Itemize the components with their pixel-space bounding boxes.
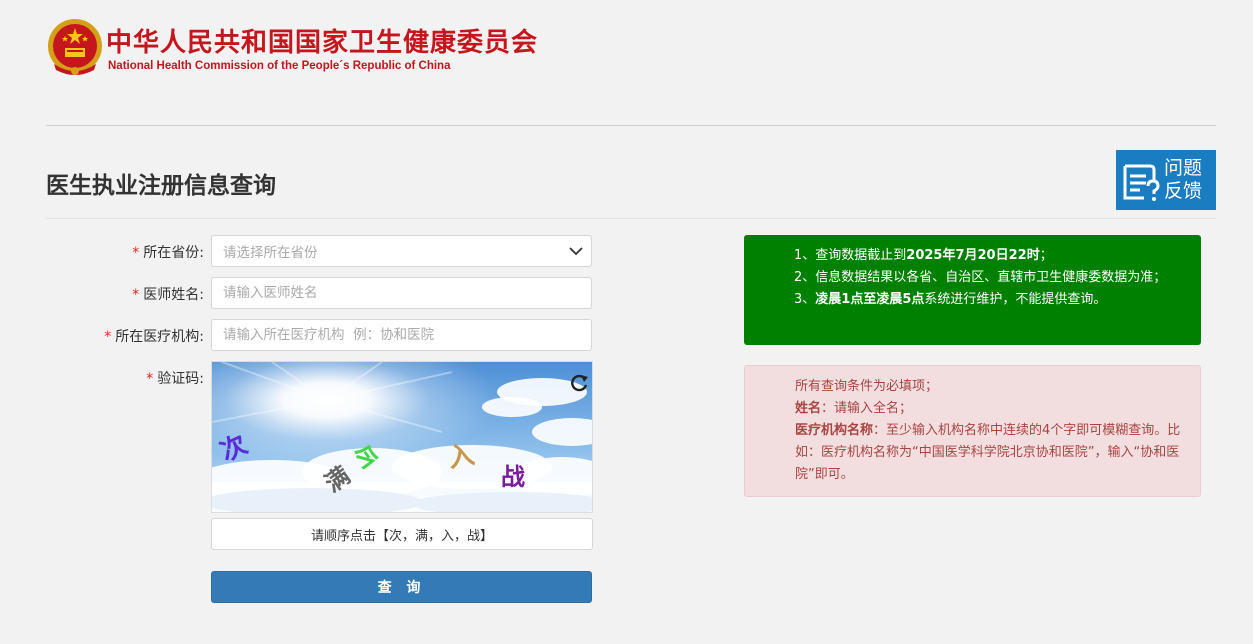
doctor-name-label: * 医师姓名: bbox=[132, 284, 204, 304]
doctor-name-field bbox=[211, 277, 592, 309]
notice-line-3: 3、凌晨1点至凌晨5点系统进行维护，不能提供查询。 bbox=[794, 289, 1181, 311]
institution-input[interactable] bbox=[223, 320, 591, 350]
required-mark: * bbox=[104, 329, 112, 345]
feedback-line1: 问题 bbox=[1164, 157, 1203, 179]
captcha-hint: 请顺序点击【次，满，入，战】 bbox=[211, 518, 593, 550]
notice-text: 系统进行维护，不能提供查询。 bbox=[924, 292, 1107, 307]
captcha-image[interactable]: 次 满 今 入 战 bbox=[211, 361, 593, 513]
province-select-placeholder: 请选择所在省份 bbox=[223, 245, 318, 261]
notice-text: ； bbox=[1039, 248, 1053, 263]
notice-maintenance-time: 凌晨1点至凌晨5点 bbox=[815, 292, 925, 307]
query-button[interactable]: 查 询 bbox=[211, 571, 592, 603]
site-title-en: National Health Commission of the People… bbox=[108, 60, 451, 72]
requirement-line-2: 姓名：请输入全名； bbox=[795, 398, 1188, 420]
site-header: 中华人民共和国国家卫生健康委员会 National Health Commiss… bbox=[46, 16, 566, 80]
required-mark: * bbox=[146, 371, 154, 387]
notice-line-1: 1、查询数据截止到2025年7月20日22时； bbox=[794, 245, 1181, 267]
feedback-button[interactable]: 问题 反馈 bbox=[1116, 150, 1216, 210]
required-mark: * bbox=[132, 287, 140, 303]
institution-field bbox=[211, 319, 592, 351]
doctor-name-input[interactable] bbox=[223, 278, 591, 308]
notice-text: 1、查询数据截止到 bbox=[794, 248, 907, 263]
title-divider bbox=[46, 218, 1216, 219]
institution-label: * 所在医疗机构: bbox=[104, 326, 204, 346]
requirement-key: 医疗机构名称 bbox=[795, 423, 874, 438]
notice-date: 2025年7月20日22时 bbox=[906, 248, 1040, 263]
requirement-key: 姓名 bbox=[795, 401, 822, 416]
feedback-label: 问题 反馈 bbox=[1164, 157, 1202, 203]
province-label-text: 所在省份: bbox=[143, 245, 204, 261]
national-emblem-icon bbox=[48, 19, 102, 75]
required-mark: * bbox=[132, 245, 140, 261]
captcha-label-text: 验证码: bbox=[157, 371, 204, 387]
captcha-label: * 验证码: bbox=[146, 368, 204, 388]
notice-info-box: 1、查询数据截止到2025年7月20日22时； 2、信息数据结果以各省、自治区、… bbox=[744, 235, 1201, 345]
notice-line-2: 2、信息数据结果以各省、自治区、直辖市卫生健康委数据为准； bbox=[794, 270, 1167, 285]
site-title-cn: 中华人民共和国国家卫生健康委员会 bbox=[106, 28, 539, 58]
header-divider bbox=[46, 125, 1216, 126]
page-title: 医生执业注册信息查询 bbox=[46, 173, 276, 199]
captcha-char[interactable]: 战 bbox=[501, 457, 525, 492]
province-select[interactable]: 请选择所在省份 bbox=[211, 235, 592, 267]
captcha-sky-background bbox=[212, 362, 592, 512]
requirement-text: ：请输入全名； bbox=[821, 401, 913, 416]
institution-label-text: 所在医疗机构: bbox=[115, 329, 204, 345]
requirement-line-1: 所有查询条件为必填项； bbox=[795, 379, 939, 394]
refresh-icon[interactable] bbox=[568, 372, 590, 394]
feedback-line2: 反馈 bbox=[1164, 180, 1203, 202]
notice-requirements-box: 所有查询条件为必填项； 姓名：请输入全名； 医疗机构名称：至少输入机构名称中连续… bbox=[744, 365, 1201, 497]
feedback-doc-icon bbox=[1123, 164, 1160, 201]
requirement-line-3: 医疗机构名称：至少输入机构名称中连续的4个字即可模糊查询。比如：医疗机构名称为“… bbox=[795, 420, 1188, 486]
notice-text: 3、 bbox=[794, 292, 816, 307]
doctor-name-label-text: 医师姓名: bbox=[143, 287, 204, 303]
chevron-down-icon bbox=[561, 236, 591, 266]
province-label: * 所在省份: bbox=[132, 242, 204, 262]
